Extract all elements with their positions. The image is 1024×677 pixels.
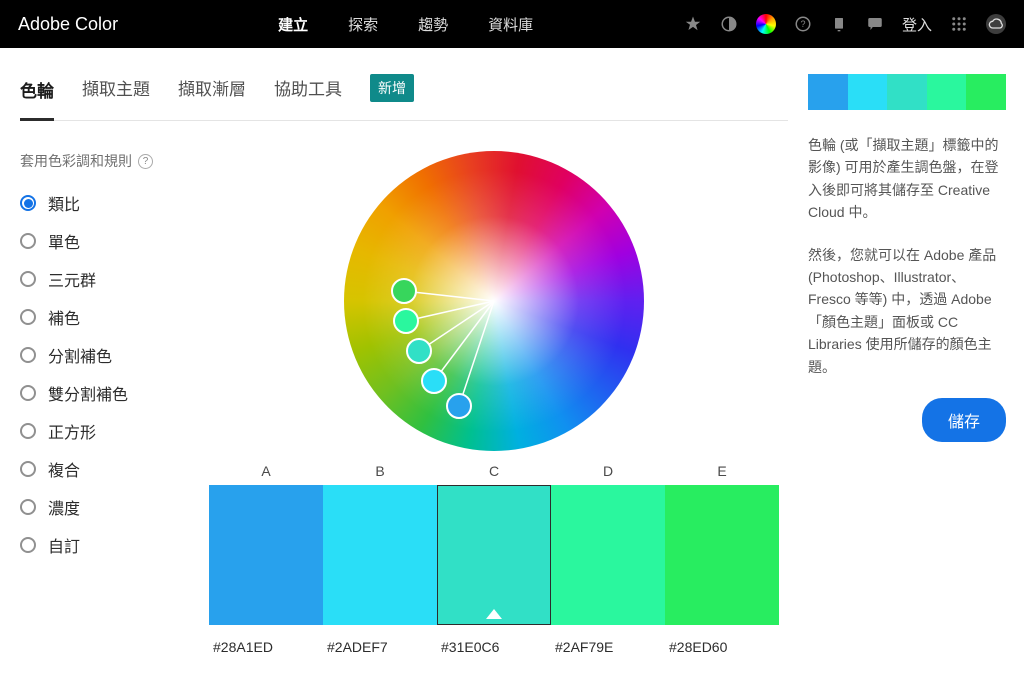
tab-extract-gradient[interactable]: 擷取漸層	[178, 75, 246, 102]
mode-tabs: 色輪 擷取主題 擷取漸層 協助工具 新增	[20, 74, 788, 121]
tab-extract-theme[interactable]: 擷取主題	[82, 75, 150, 102]
rule-label: 正方形	[48, 419, 96, 443]
harmony-rule-option[interactable]: 分割補色	[20, 343, 200, 367]
preview-swatch	[927, 74, 967, 110]
svg-text:?: ?	[800, 19, 805, 29]
tab-accessibility[interactable]: 協助工具	[274, 75, 342, 102]
preview-swatch	[966, 74, 1006, 110]
new-badge: 新增	[370, 74, 414, 102]
rule-label: 分割補色	[48, 343, 112, 367]
rule-label: 雙分割補色	[48, 381, 128, 405]
tab-color-wheel[interactable]: 色輪	[20, 77, 54, 121]
harmony-rule-option[interactable]: 正方形	[20, 419, 200, 443]
nav-trends[interactable]: 趨勢	[418, 14, 448, 35]
rule-label: 自訂	[48, 533, 80, 557]
nav-explore[interactable]: 探索	[348, 14, 378, 35]
swatch-hex-value[interactable]: #2AF79E	[551, 639, 665, 655]
harmony-rule-option[interactable]: 複合	[20, 457, 200, 481]
preview-swatch	[808, 74, 848, 110]
info-sidebar: 色輪 (或「擷取主題」標籤中的影像) 可用於產生調色盤，在登入後即可將其儲存至 …	[808, 48, 1024, 655]
top-navbar: Adobe Color 建立 探索 趨勢 資料庫 ? 登入	[0, 0, 1024, 48]
radio-icon	[20, 271, 36, 287]
swatch-hex-value[interactable]: #31E0C6	[437, 639, 551, 655]
color-wheel-icon[interactable]	[756, 14, 776, 34]
swatch-letter: E	[665, 463, 779, 479]
nav-library[interactable]: 資料庫	[488, 14, 533, 35]
preview-swatch	[887, 74, 927, 110]
swatch-hex-value[interactable]: #28A1ED	[209, 639, 323, 655]
harmony-rule-option[interactable]: 三元群	[20, 267, 200, 291]
rule-label: 補色	[48, 305, 80, 329]
harmony-rule-option[interactable]: 單色	[20, 229, 200, 253]
rule-label: 三元群	[48, 267, 96, 291]
notification-icon[interactable]	[830, 15, 848, 33]
save-button[interactable]: 儲存	[922, 398, 1006, 442]
swatch-letter: A	[209, 463, 323, 479]
radio-icon	[20, 461, 36, 477]
color-swatch[interactable]	[437, 485, 551, 625]
radio-icon	[20, 233, 36, 249]
radio-icon	[20, 499, 36, 515]
creative-cloud-icon[interactable]	[986, 14, 1006, 34]
harmony-rule-option[interactable]: 雙分割補色	[20, 381, 200, 405]
harmony-rule-option[interactable]: 自訂	[20, 533, 200, 557]
radio-icon	[20, 423, 36, 439]
radio-icon	[20, 309, 36, 325]
primary-nav: 建立 探索 趨勢 資料庫	[278, 14, 533, 35]
harmony-rules-panel: 套用色彩調和規則 ? 類比單色三元群補色分割補色雙分割補色正方形複合濃度自訂	[20, 151, 200, 655]
signin-link[interactable]: 登入	[902, 14, 932, 35]
active-swatch-indicator-icon	[486, 609, 502, 619]
help-icon[interactable]: ?	[794, 15, 812, 33]
info-paragraph-2: 然後，您就可以在 Adobe 產品 (Photoshop、Illustrator…	[808, 244, 1006, 378]
preview-swatches	[808, 74, 1006, 110]
harmony-rule-option[interactable]: 濃度	[20, 495, 200, 519]
rule-label: 類比	[48, 191, 80, 215]
swatch-letter: B	[323, 463, 437, 479]
feedback-icon[interactable]	[866, 15, 884, 33]
star-icon[interactable]	[684, 15, 702, 33]
radio-icon	[20, 385, 36, 401]
swatch-letter: C	[437, 463, 551, 479]
color-swatch[interactable]	[323, 485, 437, 625]
swatch-row	[209, 485, 779, 625]
contrast-icon[interactable]	[720, 15, 738, 33]
radio-icon	[20, 537, 36, 553]
radio-icon	[20, 347, 36, 363]
rule-label: 複合	[48, 457, 80, 481]
swatch-hex-value[interactable]: #2ADEF7	[323, 639, 437, 655]
harmony-rule-option[interactable]: 補色	[20, 305, 200, 329]
harmony-rule-option[interactable]: 類比	[20, 191, 200, 215]
color-swatch[interactable]	[209, 485, 323, 625]
preview-swatch	[848, 74, 888, 110]
brand-logo: Adobe Color	[18, 14, 118, 35]
info-paragraph-1: 色輪 (或「擷取主題」標籤中的影像) 可用於產生調色盤，在登入後即可將其儲存至 …	[808, 134, 1006, 224]
nav-create[interactable]: 建立	[278, 14, 308, 35]
rule-label: 濃度	[48, 495, 80, 519]
color-wheel[interactable]	[344, 151, 644, 451]
color-swatch[interactable]	[665, 485, 779, 625]
rule-label: 單色	[48, 229, 80, 253]
rules-help-icon[interactable]: ?	[138, 154, 153, 169]
rules-heading: 套用色彩調和規則	[20, 151, 132, 171]
color-swatch[interactable]	[551, 485, 665, 625]
swatch-letter: D	[551, 463, 665, 479]
radio-icon	[20, 195, 36, 211]
swatch-hex-value[interactable]: #28ED60	[665, 639, 779, 655]
apps-grid-icon[interactable]	[950, 15, 968, 33]
